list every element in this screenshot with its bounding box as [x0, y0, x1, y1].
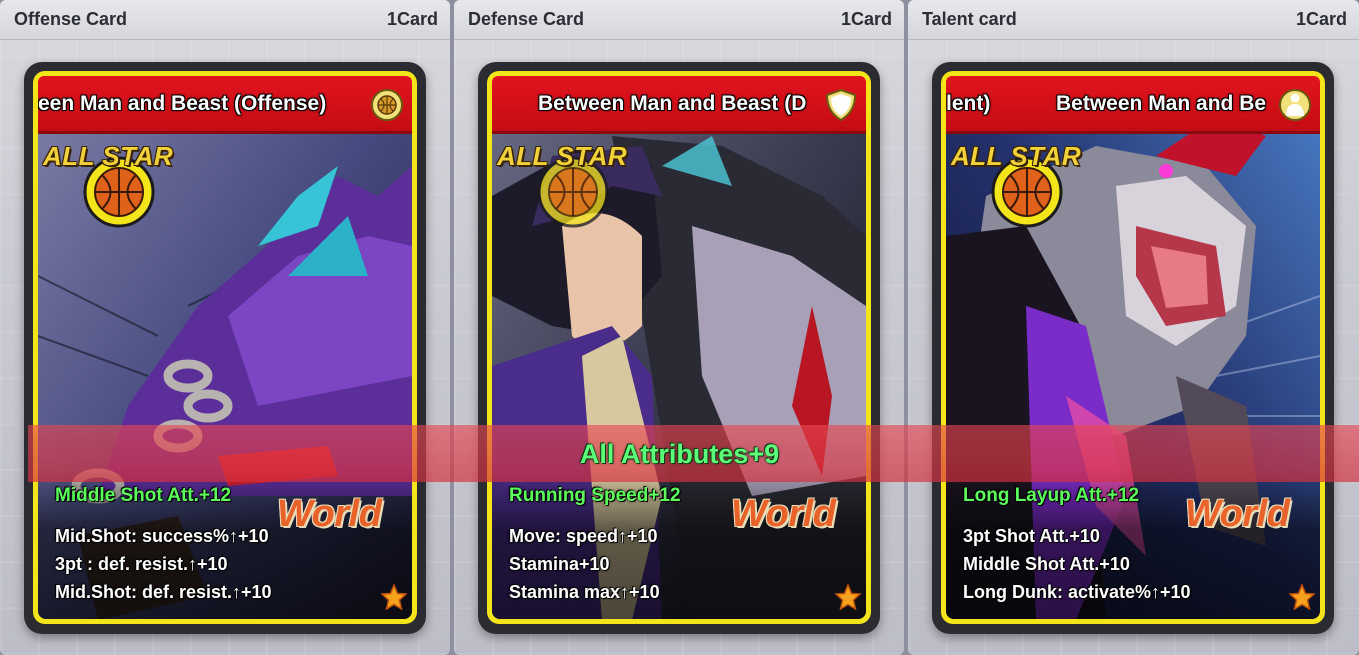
all-star-badge: ALL STAR — [947, 137, 1107, 229]
star-icon — [835, 584, 861, 610]
sub-stat-2: Stamina+10 — [509, 554, 610, 574]
all-star-label: ALL STAR — [43, 141, 174, 171]
sub-stat-3: Long Dunk: activate%↑+10 — [963, 582, 1191, 602]
player-icon — [1279, 89, 1311, 121]
card-title-bar: Between Man and Beast (D — [492, 76, 866, 134]
star-icon — [1289, 584, 1315, 610]
card-title: Between Man and Beast (D — [538, 92, 807, 115]
card-count: 1Card — [386, 9, 438, 29]
main-stat: Long Layup Att.+12 — [963, 485, 1140, 506]
offense-card[interactable]: een Man and Beast (Offense) ALL STAR Wor… — [24, 62, 426, 634]
sub-stat-1: 3pt Shot Att.+10 — [963, 526, 1100, 546]
panel-title: Talent card — [922, 9, 1017, 29]
sub-stat-2: Middle Shot Att.+10 — [963, 554, 1130, 574]
basketball-icon — [371, 89, 403, 121]
defense-card[interactable]: Between Man and Beast (D ALL STAR World … — [478, 62, 880, 634]
world-label: World — [731, 493, 836, 535]
offense-card-panel: Offense Card 1Card een Man and Beast (Of… — [0, 0, 450, 655]
all-star-label: ALL STAR — [497, 141, 628, 171]
sub-stat-3: Stamina max↑+10 — [509, 582, 660, 602]
attribute-bonus-text: All Attributes+9 — [579, 439, 780, 469]
world-label: World — [1185, 493, 1290, 535]
sub-stat-1: Move: speed↑+10 — [509, 526, 658, 546]
sub-stat-2: 3pt : def. resist.↑+10 — [55, 554, 228, 574]
main-stat: Middle Shot Att.+12 — [55, 485, 232, 506]
card-title: een Man and Beast (Offense) — [38, 92, 327, 115]
talent-card[interactable]: lent) Between Man and Be ALL STAR World … — [932, 62, 1334, 634]
shield-icon — [825, 88, 857, 122]
panel-title: Defense Card — [468, 9, 585, 29]
card-title-tail: lent) — [946, 92, 991, 115]
all-star-label: ALL STAR — [951, 141, 1082, 171]
card-title: Between Man and Be — [1056, 92, 1267, 115]
world-label: World — [277, 493, 382, 535]
card-count: 1Card — [840, 9, 892, 29]
all-star-badge: ALL STAR — [493, 137, 653, 229]
sub-stat-1: Mid.Shot: success%↑+10 — [55, 526, 269, 546]
all-star-badge: ALL STAR — [39, 137, 199, 229]
panel-title: Offense Card — [14, 9, 128, 29]
panel-header: Talent card 1Card — [908, 0, 1359, 40]
main-stat: Running Speed+12 — [509, 485, 681, 506]
defense-card-panel: Defense Card 1Card Between Man and Beast… — [454, 0, 904, 655]
panel-header: Offense Card 1Card — [0, 0, 450, 40]
talent-card-panel: Talent card 1Card lent) Between Man and … — [908, 0, 1359, 655]
sub-stat-3: Mid.Shot: def. resist.↑+10 — [55, 582, 272, 602]
card-title-bar: een Man and Beast (Offense) — [38, 76, 412, 134]
panel-header: Defense Card 1Card — [454, 0, 904, 40]
star-icon — [381, 584, 407, 610]
card-count: 1Card — [1295, 9, 1347, 29]
card-title-bar: lent) Between Man and Be — [946, 76, 1320, 134]
